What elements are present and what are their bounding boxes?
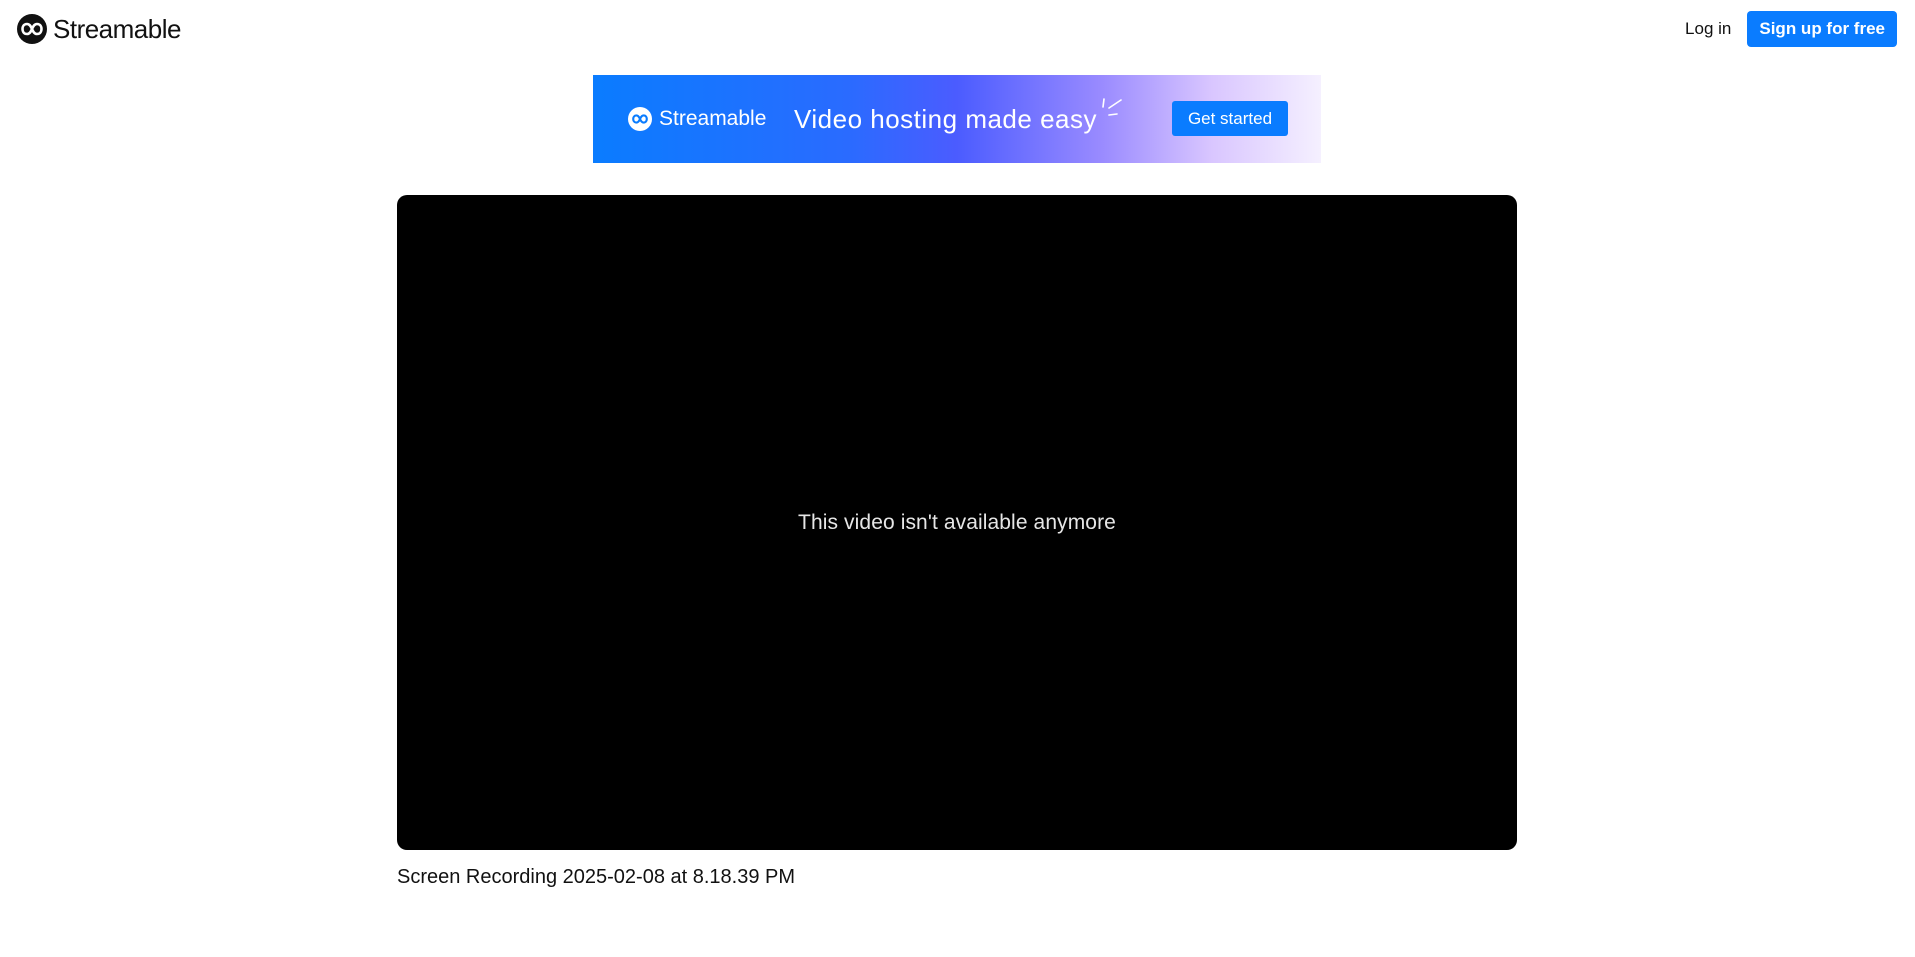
streamable-logo-icon [17, 14, 47, 44]
video-player[interactable]: This video isn't available anymore [397, 195, 1517, 850]
video-title: Screen Recording 2025-02-08 at 8.18.39 P… [397, 866, 796, 888]
get-started-button[interactable]: Get started [1172, 101, 1288, 136]
ad-banner[interactable]: Streamable Video hosting made easy Get s… [593, 75, 1321, 163]
login-link[interactable]: Log in [1685, 11, 1731, 47]
nav-actions: Log in Sign up for free [1685, 11, 1897, 47]
banner-brand: Streamable [628, 107, 766, 131]
banner-headline: Video hosting made easy [794, 104, 1097, 134]
top-navigation: Streamable Log in Sign up for free [0, 0, 1915, 58]
banner-logo-icon [628, 107, 652, 131]
brand-name: Streamable [53, 14, 181, 44]
sparkle-icon [1102, 98, 1122, 116]
brand-home-link[interactable]: Streamable [17, 14, 181, 44]
video-unavailable-message: This video isn't available anymore [798, 510, 1116, 534]
banner-brand-name: Streamable [659, 107, 767, 130]
signup-button[interactable]: Sign up for free [1747, 11, 1897, 47]
